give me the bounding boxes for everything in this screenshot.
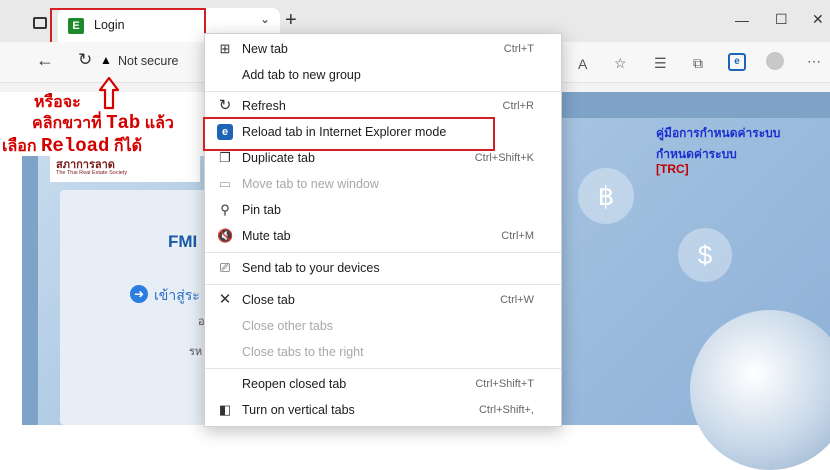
menu-item-send-tab[interactable]: ⎚ Send tab to your devices [205,256,561,282]
menu-item-close-other-tabs: Close other tabs [205,314,561,340]
login-arrow-icon[interactable]: ➜ [130,285,148,303]
vertical-tabs-icon: ◧ [218,402,232,417]
profile-avatar[interactable] [766,52,784,70]
new-tab-icon[interactable]: + [285,9,297,32]
menu-separator [205,284,561,285]
tab-actions-icon[interactable] [33,17,47,29]
menu-item-label: New tab [242,42,288,56]
refresh-icon: ↻ [218,97,232,114]
dollar-coin-icon: $ [678,228,732,282]
annotation-line3-suffix: กีได้ [109,138,143,155]
org-name-en: The Thai Real Estate Society [56,170,128,176]
new-tab-icon: ⊞ [219,41,231,56]
menu-item-label: Turn on vertical tabs [242,403,355,417]
annotation-line2-bold: Tab [106,112,141,134]
fmis-label: FMI [168,232,198,251]
login-char-2: รห [189,346,203,358]
right-title-line1: คู่มือการกำหนดค่าระบบ [656,126,781,140]
refresh-icon[interactable]: ↻ [78,50,92,70]
send-devices-icon: ⎚ [219,260,231,275]
right-title-line3: [TRC] [656,162,689,176]
login-link[interactable]: เข้าสู่ระ [154,285,200,307]
menu-item-label: Add tab to new group [242,68,361,82]
menu-item-label: Close other tabs [242,319,334,333]
menu-item-label: Close tab [242,293,295,307]
ie-mode-highlight-box [203,117,495,151]
menu-separator [205,368,561,369]
menu-item-label: Reopen closed tab [242,377,347,391]
mute-icon: 🔇 [217,228,234,243]
menu-item-label: Refresh [242,99,286,113]
menu-item-mute-tab[interactable]: 🔇 Mute tab Ctrl+M [205,224,561,250]
collections-icon[interactable]: ⧉ [693,55,703,72]
menu-item-shortcut: Ctrl+M [501,230,534,242]
not-secure-label[interactable]: Not secure [118,54,178,68]
menu-item-close-tabs-right: Close tabs to the right [205,340,561,366]
login-box [60,190,220,425]
minimize-icon[interactable]: — [735,12,749,28]
duplicate-icon: ❐ [219,150,231,165]
tab-dropdown-icon[interactable]: ⌄ [260,12,270,26]
menu-item-new-tab[interactable]: ⊞ New tab Ctrl+T [205,37,561,63]
tab-context-menu: ⊞ New tab Ctrl+T Add tab to new group ↻ … [204,33,562,427]
menu-item-label: Mute tab [242,229,291,243]
annotation-line3-bold: Reload [41,135,110,157]
menu-separator [205,91,561,92]
pin-icon: ⚲ [220,202,230,217]
menu-separator [205,252,561,253]
annotation-line2-prefix: คลิกขวาที่ [32,115,107,132]
up-arrow-icon [98,76,120,110]
annotation-line2: คลิกขวาที่ Tab แล้ว [32,111,174,136]
annotation-line3-prefix: เลือก [2,138,42,155]
favorite-icon[interactable]: ☆ [614,55,627,72]
read-aloud-icon[interactable]: A [578,56,587,72]
menu-item-label: Pin tab [242,203,281,217]
menu-item-shortcut: Ctrl+R [502,100,534,112]
back-icon[interactable]: ← [36,50,54,71]
menu-item-label: Move tab to new window [242,177,379,191]
menu-item-label: Duplicate tab [242,151,315,165]
menu-item-add-tab-to-group[interactable]: Add tab to new group [205,63,561,89]
annotation-line2-suffix: แล้ว [140,115,174,132]
ie-extension-icon[interactable]: e [728,53,746,71]
menu-item-vertical-tabs[interactable]: ◧ Turn on vertical tabs Ctrl+Shift+, [205,398,561,424]
menu-item-label: Close tabs to the right [242,345,364,359]
menu-item-pin-tab[interactable]: ⚲ Pin tab [205,198,561,224]
menu-item-shortcut: Ctrl+W [500,294,534,306]
close-window-icon[interactable]: ✕ [812,11,824,28]
move-window-icon: ▭ [218,176,232,191]
globe-image [690,310,830,470]
warning-icon: ▲ [100,53,112,67]
menu-item-reopen-closed-tab[interactable]: Reopen closed tab Ctrl+Shift+T [205,372,561,398]
bitcoin-coin-icon: ฿ [578,168,634,224]
more-icon[interactable]: ⋯ [807,53,821,70]
menu-item-label: Send tab to your devices [242,261,380,275]
menu-item-shortcut: Ctrl+Shift+, [478,404,534,416]
annotation-line3: เลือก Reload กีได้ [2,134,142,159]
menu-item-shortcut: Ctrl+Shift+T [475,378,534,390]
menu-item-shortcut: Ctrl+T [503,43,534,55]
maximize-icon[interactable]: ☐ [775,11,788,28]
menu-item-move-tab: ▭ Move tab to new window [205,172,561,198]
menu-item-shortcut: Ctrl+Shift+K [474,152,534,164]
close-icon: ✕ [218,291,232,308]
menu-item-close-tab[interactable]: ✕ Close tab Ctrl+W [205,288,561,314]
favorites-list-icon[interactable]: ☰ [654,55,667,72]
